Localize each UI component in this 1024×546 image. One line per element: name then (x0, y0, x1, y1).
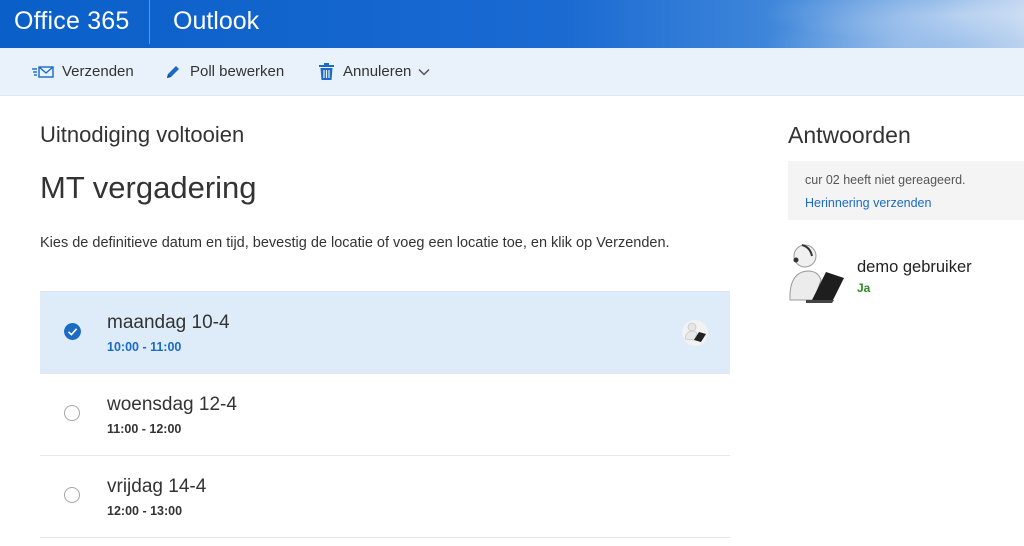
responder-status: Ja (857, 281, 871, 295)
radio-empty-icon[interactable] (64, 405, 80, 421)
chevron-down-icon[interactable] (418, 68, 430, 76)
responses-title: Antwoorden (788, 122, 911, 148)
responder-name: demo gebruiker (857, 258, 972, 276)
send-button-label: Verzenden (62, 63, 134, 80)
pencil-icon (167, 65, 179, 78)
command-toolbar: Verzenden Poll bewerken Annuleren (0, 48, 1024, 96)
option-time: 11:00 - 12:00 (107, 422, 182, 436)
outlook-app-name[interactable]: Outlook (173, 7, 259, 36)
date-option[interactable]: vrijdag 14-4 12:00 - 13:00 (40, 456, 730, 538)
instruction-text: Kies de definitieve datum en tijd, beves… (40, 235, 670, 251)
trash-icon (319, 63, 334, 80)
header-decoration (724, 0, 1024, 48)
send-button[interactable]: Verzenden (32, 48, 134, 95)
no-response-notice: cur 02 heeft niet gereageerd. Herinnerin… (788, 161, 1024, 220)
meeting-title: MT vergadering (40, 170, 257, 205)
person-laptop-avatar (789, 244, 844, 303)
option-day: vrijdag 14-4 (107, 476, 207, 497)
cancel-button-label: Annuleren (343, 63, 412, 80)
notice-text: cur 02 heeft niet gereageerd. (805, 173, 966, 187)
option-day: woensdag 12-4 (107, 394, 237, 415)
send-reminder-link[interactable]: Herinnering verzenden (805, 196, 931, 210)
date-options-list: maandag 10-4 10:00 - 11:00 woensdag 12-4… (40, 291, 730, 538)
responder-item: demo gebruiker Ja (788, 242, 1024, 306)
office-365-brand[interactable]: Office 365 (14, 7, 130, 36)
edit-poll-label: Poll bewerken (190, 63, 285, 80)
date-option[interactable]: maandag 10-4 10:00 - 11:00 (40, 291, 730, 374)
top-bar: Office 365 Outlook (0, 0, 1024, 48)
send-mail-icon (32, 65, 54, 78)
option-time: 10:00 - 11:00 (107, 340, 182, 354)
cancel-button[interactable]: Annuleren (318, 48, 430, 95)
checkmark-circle-icon[interactable] (64, 323, 81, 340)
edit-poll-button[interactable]: Poll bewerken (164, 48, 284, 95)
date-option[interactable]: woensdag 12-4 11:00 - 12:00 (40, 374, 730, 456)
page-subtitle: Uitnodiging voltooien (40, 122, 245, 147)
radio-empty-icon[interactable] (64, 487, 80, 503)
responder-avatar (682, 320, 708, 346)
header-divider (149, 0, 150, 44)
option-time: 12:00 - 13:00 (107, 504, 183, 518)
option-day: maandag 10-4 (107, 312, 230, 333)
